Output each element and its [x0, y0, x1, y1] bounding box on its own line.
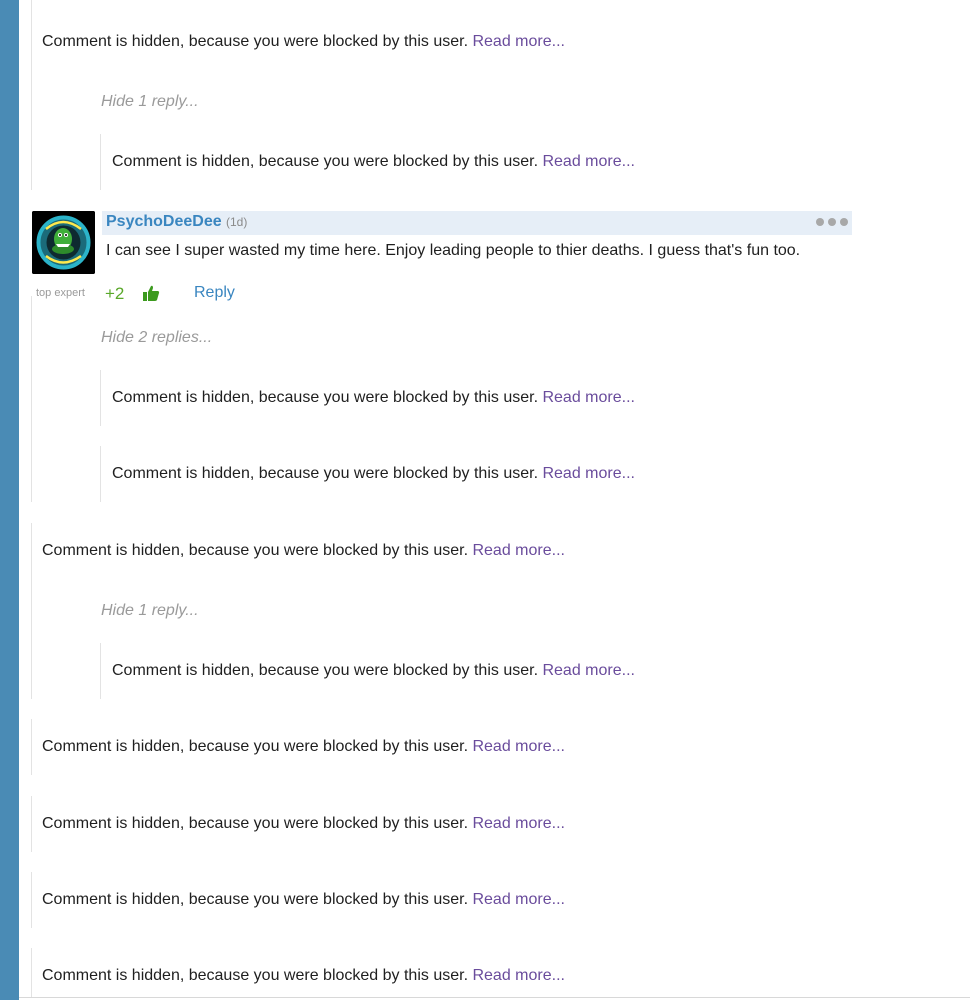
- hidden-comment-text: Comment is hidden, because you were bloc…: [42, 738, 469, 755]
- hide-replies-toggle[interactable]: Hide 1 reply...: [101, 601, 199, 621]
- comments-page: Comment is hidden, because you were bloc…: [0, 0, 970, 1000]
- comment-header: PsychoDeeDee (1d): [102, 211, 852, 235]
- read-more-link[interactable]: Read more...: [472, 33, 564, 50]
- hidden-comment-text: Comment is hidden, because you were bloc…: [112, 662, 539, 679]
- read-more-link[interactable]: Read more...: [472, 738, 564, 755]
- comment-body: I can see I super wasted my time here. E…: [106, 242, 801, 259]
- read-more-link[interactable]: Read more...: [472, 542, 564, 559]
- thread-line: [31, 796, 32, 852]
- read-more-link[interactable]: Read more...: [542, 465, 634, 482]
- hidden-comment-text: Comment is hidden, because you were bloc…: [112, 389, 539, 406]
- hidden-comment: Comment is hidden, because you were bloc…: [42, 814, 565, 834]
- hidden-comment-text: Comment is hidden, because you were bloc…: [112, 153, 539, 170]
- gator-logo-icon: [32, 211, 95, 274]
- dot: [840, 218, 848, 226]
- hidden-comment: Comment is hidden, because you were bloc…: [42, 737, 565, 757]
- read-more-link[interactable]: Read more...: [542, 662, 634, 679]
- thread-line: [31, 0, 32, 190]
- thread-line: [100, 446, 101, 502]
- user-avatar[interactable]: [32, 211, 95, 274]
- read-more-link[interactable]: Read more...: [472, 891, 564, 908]
- hide-replies-toggle[interactable]: Hide 1 reply...: [101, 92, 199, 112]
- thread-line: [100, 643, 101, 699]
- read-more-link[interactable]: Read more...: [472, 967, 564, 984]
- reply-button[interactable]: Reply: [194, 284, 235, 302]
- hidden-comment-text: Comment is hidden, because you were bloc…: [42, 542, 469, 559]
- thread-line: [31, 523, 32, 699]
- thread-line: [100, 134, 101, 190]
- hidden-comment: Comment is hidden, because you were bloc…: [42, 541, 565, 561]
- comment-username[interactable]: PsychoDeeDee: [106, 213, 222, 231]
- dot: [816, 218, 824, 226]
- hidden-comment: Comment is hidden, because you were bloc…: [42, 890, 565, 910]
- read-more-link[interactable]: Read more...: [472, 815, 564, 832]
- hide-replies-toggle[interactable]: Hide 2 replies...: [101, 328, 212, 348]
- thread-line: [31, 948, 32, 998]
- read-more-link[interactable]: Read more...: [542, 389, 634, 406]
- comment-score: +2: [105, 284, 125, 303]
- hidden-comment-text: Comment is hidden, because you were bloc…: [42, 967, 469, 984]
- comment-timestamp: (1d): [226, 215, 248, 229]
- hidden-comment-text: Comment is hidden, because you were bloc…: [42, 891, 469, 908]
- hidden-comment: Comment is hidden, because you were bloc…: [42, 966, 565, 986]
- user-badge: top expert: [36, 287, 85, 299]
- thread-line: [100, 370, 101, 426]
- hidden-comment-text: Comment is hidden, because you were bloc…: [42, 815, 469, 832]
- dot: [828, 218, 836, 226]
- thread-line: [31, 719, 32, 775]
- hidden-comment: Comment is hidden, because you were bloc…: [112, 388, 635, 408]
- read-more-link[interactable]: Read more...: [542, 153, 634, 170]
- hidden-comment: Comment is hidden, because you were bloc…: [112, 464, 635, 484]
- hidden-comment: Comment is hidden, because you were bloc…: [42, 32, 565, 52]
- hidden-comment-text: Comment is hidden, because you were bloc…: [42, 33, 469, 50]
- hidden-comment: Comment is hidden, because you were bloc…: [112, 661, 635, 681]
- thread-line: [31, 296, 32, 502]
- hidden-comment: Comment is hidden, because you were bloc…: [112, 152, 635, 172]
- bottom-divider: [19, 997, 970, 998]
- more-dots-icon[interactable]: [816, 218, 848, 226]
- thread-line: [31, 872, 32, 928]
- thumbs-up-icon[interactable]: [142, 284, 160, 302]
- hidden-comment-text: Comment is hidden, because you were bloc…: [112, 465, 539, 482]
- left-rail: [0, 0, 19, 1000]
